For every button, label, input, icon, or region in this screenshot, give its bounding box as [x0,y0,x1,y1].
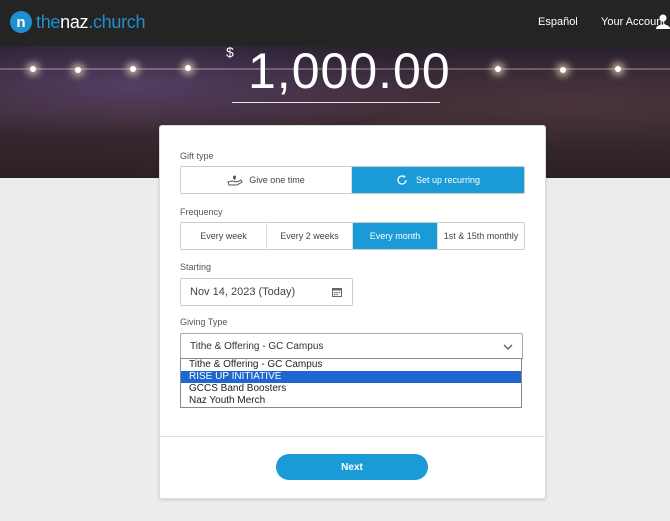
gift-form-card: Gift type Give one time Set up recurring… [159,125,546,499]
set-up-recurring-label: Set up recurring [415,175,481,185]
giving-type-option[interactable]: RISE UP INITIATIVE [181,371,521,383]
form-divider [160,436,545,437]
stage-light [130,66,136,72]
amount-underline [232,102,440,103]
frequency-every-month[interactable]: Every month [353,223,438,249]
logo-wordmark: thenaz.church [36,11,146,32]
logo-mark-icon: n [10,11,32,33]
frequency-every-2-weeks[interactable]: Every 2 weeks [267,223,353,249]
giving-type-label: Giving Type [180,317,228,327]
give-one-time-button[interactable]: Give one time [181,167,352,193]
chevron-down-icon [503,344,513,350]
giving-type-value: Tithe & Offering - GC Campus [190,341,324,352]
calendar-icon[interactable] [332,287,342,297]
frequency-every-week[interactable]: Every week [181,223,267,249]
stage-light [560,67,566,73]
give-one-time-label: Give one time [249,175,305,185]
giving-type-dropdown: Tithe & Offering - GC Campus RISE UP INI… [180,358,522,408]
stage-light [615,66,621,72]
user-icon[interactable] [656,13,670,29]
church-logo[interactable]: n thenaz.church [10,11,145,33]
frequency-toggle: Every week Every 2 weeks Every month 1st… [180,222,525,250]
stage-light [30,66,36,72]
giving-type-option[interactable]: GCCS Band Boosters [181,383,521,395]
language-link[interactable]: Español [538,16,578,28]
hand-heart-icon [227,175,243,186]
start-date-value: Nov 14, 2023 (Today) [190,286,296,298]
start-date-field[interactable]: Nov 14, 2023 (Today) [180,278,353,306]
stage-light [185,65,191,71]
stage-light [495,66,501,72]
set-up-recurring-button[interactable]: Set up recurring [352,167,524,193]
currency-symbol: $ [226,46,234,60]
refresh-icon [397,174,407,185]
next-button[interactable]: Next [276,454,428,480]
frequency-label: Frequency [180,207,223,217]
giving-type-select[interactable]: Tithe & Offering - GC Campus [180,333,523,360]
frequency-1st-15th-monthly[interactable]: 1st & 15th monthly [438,223,524,249]
stage-light [75,67,81,73]
giving-type-option[interactable]: Naz Youth Merch [181,395,521,407]
gift-type-label: Gift type [180,151,214,161]
gift-amount[interactable]: 1,000.00 [248,46,451,100]
giving-type-option[interactable]: Tithe & Offering - GC Campus [181,359,521,371]
top-bar: n thenaz.church Español Your Account [0,0,670,46]
gift-type-toggle: Give one time Set up recurring [180,166,525,194]
starting-label: Starting [180,262,212,272]
